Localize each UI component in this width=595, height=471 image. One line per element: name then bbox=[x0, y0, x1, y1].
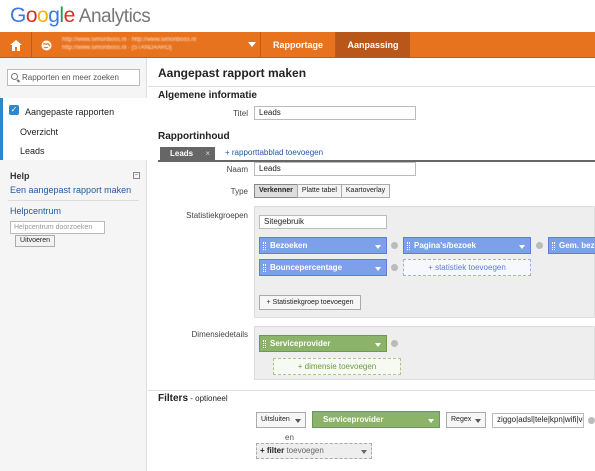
help-search-button[interactable]: Uitvoeren bbox=[15, 235, 55, 247]
home-icon bbox=[9, 39, 22, 51]
type-kaartoverlay[interactable]: Kaartoverlay bbox=[340, 184, 391, 198]
chevron-down-icon[interactable] bbox=[375, 343, 381, 347]
chevron-down-icon[interactable] bbox=[519, 245, 525, 249]
report-tab-label: Leads bbox=[170, 149, 194, 158]
checkbox-report-icon: ✓ bbox=[9, 105, 19, 115]
metric-chip-bezoeken[interactable]: Bezoeken bbox=[259, 237, 387, 254]
filters-optional: - optioneel bbox=[188, 394, 228, 403]
sidebar-item-overzicht[interactable]: Overzicht bbox=[20, 127, 58, 137]
type-platte-tabel[interactable]: Platte tabel bbox=[296, 184, 342, 198]
account-selector[interactable]: http://www.simonboss.nl · http://www.sim… bbox=[62, 36, 242, 52]
filters-heading: Filters - optioneel bbox=[158, 393, 228, 404]
filter-and-label: en bbox=[285, 433, 294, 442]
general-heading: Algemene informatie bbox=[158, 90, 257, 101]
account-line-1: http://www.simonboss.nl · http://www.sim… bbox=[62, 37, 197, 43]
sidebar-section-title[interactable]: Aangepaste rapporten bbox=[25, 107, 114, 117]
google-analytics-logo[interactable]: Google Analytics bbox=[10, 4, 151, 28]
add-filter-suffix: toevoegen bbox=[284, 446, 324, 455]
type-verkenner[interactable]: Verkenner bbox=[254, 184, 298, 198]
help-center-link[interactable]: Helpcentrum bbox=[10, 206, 61, 216]
account-dropdown-icon[interactable] bbox=[248, 42, 256, 47]
add-filter-button[interactable]: + filter toevoegen bbox=[256, 443, 372, 459]
divider bbox=[148, 390, 595, 391]
search-placeholder: Rapporten en meer zoeken bbox=[22, 73, 119, 82]
drag-handle-icon[interactable] bbox=[407, 242, 410, 250]
add-dimension-button[interactable]: + dimensie toevoegen bbox=[273, 358, 401, 375]
globe-icon[interactable] bbox=[32, 32, 60, 58]
report-tab[interactable]: Leads × bbox=[160, 147, 215, 160]
chevron-down-icon bbox=[361, 450, 367, 454]
tab-rapportage[interactable]: Rapportage bbox=[260, 32, 335, 58]
filter-mode-select[interactable]: Uitsluiten bbox=[256, 412, 306, 428]
filter-mode-value: Uitsluiten bbox=[261, 416, 290, 423]
chevron-down-icon bbox=[295, 419, 301, 423]
metric-label: Gem. bez bbox=[559, 241, 595, 250]
dimension-panel: Serviceprovider + dimensie toevoegen bbox=[254, 326, 595, 380]
home-button[interactable] bbox=[0, 32, 32, 58]
chevron-down-icon[interactable] bbox=[375, 267, 381, 271]
name-input[interactable]: Leads bbox=[254, 162, 416, 176]
remove-icon[interactable] bbox=[391, 242, 398, 249]
metric-label: Pagina's/bezoek bbox=[414, 241, 476, 250]
metric-label: Bouncepercentage bbox=[270, 263, 343, 272]
product-name: Analytics bbox=[78, 6, 151, 27]
main-nav: http://www.simonboss.nl · http://www.sim… bbox=[0, 32, 595, 58]
drag-handle-icon[interactable] bbox=[552, 242, 555, 250]
drag-handle-icon[interactable] bbox=[263, 242, 266, 250]
chevron-down-icon[interactable] bbox=[428, 419, 434, 423]
sidebar: Rapporten en meer zoeken ✓ Aangepaste ra… bbox=[0, 58, 147, 471]
sidebar-search-input[interactable]: Rapporten en meer zoeken bbox=[7, 69, 140, 86]
drag-handle-icon[interactable] bbox=[263, 340, 266, 348]
top-bar: Google Analytics bbox=[0, 0, 595, 32]
chevron-down-icon[interactable] bbox=[375, 245, 381, 249]
filter-dimension-chip[interactable]: Serviceprovider bbox=[312, 411, 440, 428]
filter-match-select[interactable]: Regex bbox=[446, 412, 486, 428]
dimension-chip[interactable]: Serviceprovider bbox=[259, 335, 387, 352]
divider bbox=[148, 86, 595, 87]
metric-label: Bezoeken bbox=[270, 241, 308, 250]
filter-match-value: Regex bbox=[451, 416, 472, 423]
metric-chip-paginas-bezoek[interactable]: Pagina's/bezoek bbox=[403, 237, 531, 254]
main-content: Aangepast rapport maken Algemene informa… bbox=[148, 58, 595, 471]
sidebar-item-leads[interactable]: Leads bbox=[20, 146, 45, 156]
search-icon bbox=[11, 73, 18, 80]
page-title: Aangepast rapport maken bbox=[158, 66, 307, 80]
metric-chip-bouncepercentage[interactable]: Bouncepercentage bbox=[259, 259, 387, 276]
tab-aanpassing[interactable]: Aanpassing bbox=[335, 32, 410, 58]
dimension-chip-label: Serviceprovider bbox=[270, 339, 331, 348]
metric-groups-label: Statistiekgroepen bbox=[186, 211, 248, 220]
title-label: Titel bbox=[233, 109, 248, 118]
add-filter-prefix: + filter bbox=[260, 446, 285, 455]
title-input[interactable]: Leads bbox=[254, 106, 416, 120]
chevron-down-icon bbox=[475, 419, 481, 423]
help-link[interactable]: Een aangepast rapport maken bbox=[10, 185, 131, 195]
add-metric-button[interactable]: + statistiek toevoegen bbox=[403, 259, 531, 276]
dimension-label: Dimensiedetails bbox=[191, 330, 248, 339]
filter-dimension-label: Serviceprovider bbox=[323, 415, 384, 424]
help-title: Help bbox=[10, 171, 30, 181]
remove-icon[interactable] bbox=[391, 340, 398, 347]
minimize-icon[interactable]: – bbox=[133, 172, 140, 179]
drag-handle-icon[interactable] bbox=[263, 264, 266, 272]
content-heading: Rapportinhoud bbox=[158, 131, 230, 142]
name-label: Naam bbox=[226, 165, 248, 174]
metric-group-name-input[interactable]: Sitegebruik bbox=[259, 215, 387, 229]
metric-groups-panel: Sitegebruik Bezoeken Pagina's/bezoek Gem… bbox=[254, 206, 595, 318]
account-line-2: http://www.simonboss.nl · [STANDAARD] bbox=[62, 45, 172, 51]
divider bbox=[8, 200, 139, 201]
add-metric-group-button[interactable]: + Statistiekgroep toevoegen bbox=[259, 295, 361, 310]
custom-reports-section: ✓ Aangepaste rapporten Overzicht Leads bbox=[0, 98, 147, 160]
add-report-tab-link[interactable]: + rapporttabblad toevoegen bbox=[225, 148, 323, 157]
type-label: Type bbox=[230, 187, 248, 196]
remove-icon[interactable] bbox=[536, 242, 543, 249]
filters-title: Filters bbox=[158, 393, 189, 404]
metric-chip-gem-bez[interactable]: Gem. bez bbox=[548, 237, 595, 254]
type-toggle: Verkenner Platte tabel Kaartoverlay bbox=[254, 184, 391, 198]
close-icon[interactable]: × bbox=[205, 147, 210, 160]
remove-icon[interactable] bbox=[391, 264, 398, 271]
help-search-input[interactable]: Helpcentrum doorzoeken bbox=[10, 221, 105, 234]
filter-value-input[interactable]: ziggo|adsl|tele|kpn|wifi|vo bbox=[492, 413, 584, 428]
remove-icon[interactable] bbox=[588, 417, 595, 424]
